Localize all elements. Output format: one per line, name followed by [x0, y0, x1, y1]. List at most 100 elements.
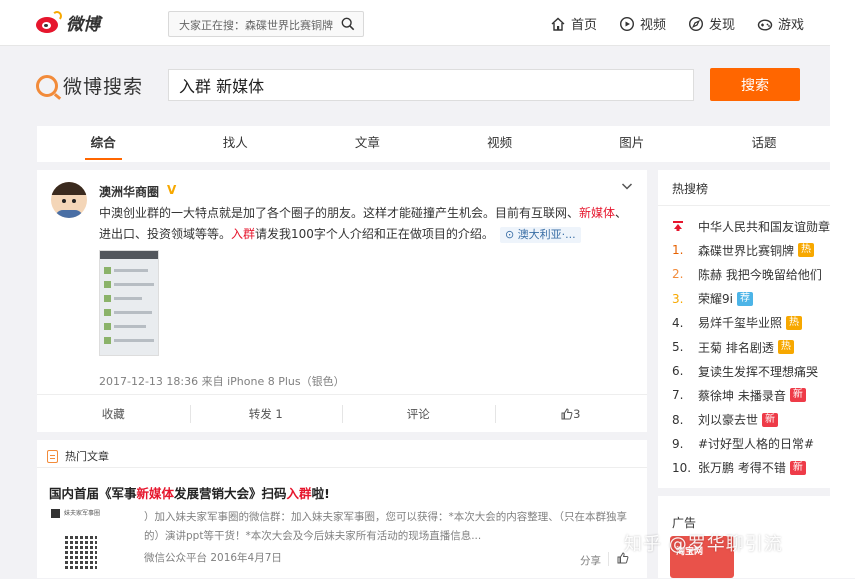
- post-meta: 2017-12-13 18:36 来自 iPhone 8 Plus（银色）: [99, 375, 345, 388]
- nav-game-label: 游戏: [777, 18, 804, 33]
- hot-search-rank: 3.: [672, 291, 684, 306]
- keyword-link[interactable]: 新媒体: [579, 206, 615, 220]
- nav-discover[interactable]: 发现: [688, 14, 735, 33]
- hot-search-item[interactable]: 6. 复读生发挥不理想痛哭: [672, 359, 830, 383]
- keyword-link[interactable]: 入群: [231, 227, 255, 241]
- nav-discover-label: 发现: [708, 18, 735, 33]
- share-button[interactable]: 分享: [580, 553, 601, 568]
- hot-search-item[interactable]: 3. 荣耀9i 荐: [672, 287, 830, 311]
- comment-button[interactable]: 评论: [342, 395, 495, 432]
- main-search-input[interactable]: [169, 70, 693, 100]
- title-part: 发展营销大会》扫码: [174, 486, 287, 501]
- document-icon: [47, 449, 58, 463]
- hot-search-text: #讨好型人格的日常#: [698, 437, 815, 452]
- logo-text: 微博: [66, 15, 100, 35]
- hot-search-rank: 6.: [672, 364, 684, 379]
- hot-search-rank: 4.: [672, 315, 684, 330]
- hot-search-item[interactable]: 1. 森碟世界比赛铜牌热: [672, 238, 830, 262]
- hot-search-rank: 1.: [672, 243, 684, 258]
- top-nav: 首页 视频 发现 游戏: [550, 14, 804, 33]
- hot-search-rank: 5.: [672, 340, 684, 355]
- hot-tag: 热: [777, 340, 794, 355]
- like-button[interactable]: 3: [494, 395, 648, 432]
- search-logo-text: 微博搜索: [63, 76, 144, 98]
- thumbs-up-icon: [561, 407, 573, 419]
- title-keyword: 新媒体: [136, 486, 175, 501]
- hot-article-section-label: 热门文章: [65, 450, 109, 463]
- tab-videos[interactable]: 视频: [434, 126, 566, 162]
- top-search-input[interactable]: 大家正在搜：森碟世界比赛铜牌: [168, 11, 364, 37]
- new-tag: 新: [762, 412, 779, 427]
- hot-search-text: 刘以豪去世: [698, 413, 759, 428]
- tab-articles[interactable]: 文章: [301, 126, 433, 162]
- pinned-top-icon: [673, 221, 683, 232]
- feed-post-card: 澳洲华商圈 V 中澳创业群的一大特点就是加了各个圈子的朋友。这样才能碰撞产生机会…: [37, 170, 647, 432]
- hot-search-text: 陈赫 我把今晚留给他们: [698, 267, 822, 282]
- article-title[interactable]: 国内首届《军事新媒体发展营销大会》扫码入群啦!: [49, 483, 330, 502]
- search-icon[interactable]: [341, 17, 355, 31]
- post-image-thumbnail[interactable]: [99, 250, 159, 356]
- post-username[interactable]: 澳洲华商圈: [99, 183, 159, 200]
- article-thumbnail[interactable]: 妹夫家军事圈: [51, 509, 131, 579]
- hot-search-item[interactable]: 2. 陈赫 我把今晚留给他们: [672, 262, 830, 286]
- tab-images[interactable]: 图片: [566, 126, 698, 162]
- divider: [658, 205, 830, 206]
- new-tag: 新: [789, 460, 806, 475]
- discover-icon: [688, 16, 703, 31]
- weibo-eye-icon: [34, 10, 62, 35]
- hot-search-rank: 10.: [672, 460, 692, 475]
- hot-search-item[interactable]: 7. 蔡徐坤 未播录音新: [672, 383, 830, 407]
- article-meta: 微信公众平台 2016年4月7日: [144, 552, 282, 564]
- repost-button[interactable]: 转发 1: [189, 395, 343, 432]
- title-part: 啦!: [311, 486, 330, 501]
- avatar[interactable]: [51, 182, 87, 218]
- video-icon: [619, 16, 634, 31]
- hot-search-item[interactable]: 4. 易烊千玺毕业照热: [672, 311, 830, 335]
- nav-home[interactable]: 首页: [550, 14, 597, 33]
- hot-article-header: 热门文章: [47, 448, 109, 464]
- post-actions: 收藏 转发 1 评论 3: [37, 394, 647, 432]
- hot-tag: 热: [798, 243, 815, 258]
- hot-article-card: 热门文章 国内首届《军事新媒体发展营销大会》扫码入群啦! 妹夫家军事圈 ）加入妹…: [37, 440, 647, 578]
- hot-search-item[interactable]: 9. #讨好型人格的日常#: [672, 432, 830, 456]
- home-icon: [551, 17, 565, 31]
- thumbnail-caption: 妹夫家军事圈: [51, 509, 131, 518]
- like-count: 3: [573, 406, 581, 421]
- thumbnail-caption-text: 妹夫家军事圈: [64, 509, 101, 517]
- ad-title: 广告: [672, 516, 697, 530]
- hot-search-rank: 8.: [672, 412, 684, 427]
- nav-home-label: 首页: [570, 18, 597, 33]
- nav-video[interactable]: 视频: [619, 14, 666, 33]
- hot-search-item[interactable]: 10. 张万鹏 考得不错新: [672, 456, 830, 480]
- hot-search-rank: 2.: [672, 267, 684, 282]
- location-tag[interactable]: ⊙ 澳大利亚·...: [499, 227, 581, 243]
- hot-search-text: 中华人民共和国友谊勋章: [698, 219, 830, 234]
- hot-search-title: 热搜榜: [672, 182, 709, 196]
- hot-search-item[interactable]: 8. 刘以豪去世新: [672, 408, 830, 432]
- hot-search-text: 蔡徐坤 未播录音: [698, 388, 786, 403]
- hot-tag: 热: [786, 315, 803, 330]
- hot-search-text: 张万鹏 考得不错: [698, 461, 786, 476]
- nav-game[interactable]: 游戏: [757, 14, 804, 33]
- hot-search-text: 复读生发挥不理想痛哭: [698, 364, 819, 379]
- divider: [37, 467, 647, 468]
- post-text: 中澳创业群的一大特点就是加了各个圈子的朋友。这样才能碰撞产生机会。目前有互联网、…: [99, 203, 629, 245]
- tab-people[interactable]: 找人: [169, 126, 301, 162]
- tab-topics[interactable]: 话题: [698, 126, 830, 162]
- post-text-part: 中澳创业群的一大特点就是加了各个圈子的朋友。这样才能碰撞产生机会。目前有互联网、: [99, 206, 580, 220]
- title-part: 国内首届《军事: [49, 486, 137, 501]
- search-button[interactable]: 搜索: [710, 68, 800, 101]
- hot-search-text: 森碟世界比赛铜牌: [698, 243, 795, 258]
- weibo-logo[interactable]: 微博: [34, 10, 100, 35]
- favorite-button[interactable]: 收藏: [37, 395, 190, 432]
- tab-comprehensive[interactable]: 综合: [37, 126, 169, 162]
- hot-search-rank: 7.: [672, 388, 684, 403]
- weibo-search-logo[interactable]: 微博搜索: [36, 72, 143, 99]
- hot-search-item[interactable]: 中华人民共和国友谊勋章: [672, 214, 830, 238]
- hot-search-item[interactable]: 5. 王菊 排名剧透热: [672, 335, 830, 359]
- chevron-down-icon[interactable]: [621, 180, 633, 192]
- hot-search-panel: 热搜榜 中华人民共和国友谊勋章 1. 森碟世界比赛铜牌热 2. 陈赫 我把今晚留给他…: [658, 170, 830, 488]
- location-label: 澳大利亚·...: [517, 228, 576, 241]
- verified-badge-icon: V: [167, 183, 177, 197]
- title-keyword: 入群: [286, 486, 312, 501]
